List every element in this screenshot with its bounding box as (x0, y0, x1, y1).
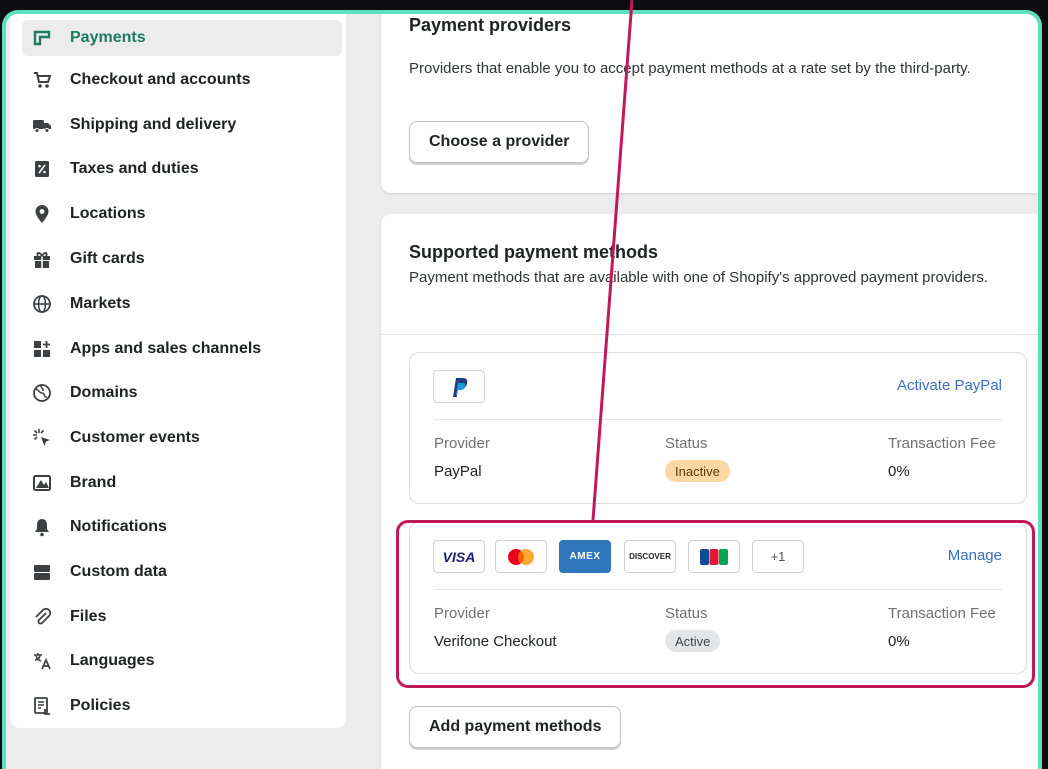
amex-logo: AMEX (559, 540, 611, 573)
sidebar-item-locations[interactable]: Locations (22, 196, 342, 232)
section-divider (381, 334, 1038, 335)
paperclip-icon (32, 607, 52, 627)
sidebar-item-policies[interactable]: Policies (22, 688, 342, 724)
supported-payment-methods-card: Supported payment methods Payment method… (381, 214, 1038, 769)
sidebar-item-label: Apps and sales channels (70, 340, 262, 357)
sidebar-item-label: Payments (70, 29, 146, 46)
custom-data-icon (32, 562, 52, 582)
sidebar-item-checkout[interactable]: Checkout and accounts (22, 62, 342, 98)
sidebar-item-custom-data[interactable]: Custom data (22, 554, 342, 590)
sidebar-item-apps[interactable]: Apps and sales channels (22, 331, 342, 367)
verifone-method: VISA AMEX DISCOVER +1 Manage Provider St… (409, 522, 1027, 674)
transaction-fee-header: Transaction Fee (888, 435, 996, 452)
sidebar-item-label: Checkout and accounts (70, 71, 251, 88)
provider-value: Verifone Checkout (434, 633, 557, 650)
transaction-fee-value: 0% (888, 463, 910, 480)
sidebar-item-label: Domains (70, 384, 138, 401)
sidebar-item-languages[interactable]: Languages (22, 643, 342, 679)
truck-icon (32, 115, 52, 135)
sidebar-item-customer-events[interactable]: Customer events (22, 420, 342, 456)
sidebar-item-shipping[interactable]: Shipping and delivery (22, 107, 342, 143)
sidebar-item-domains[interactable]: Domains (22, 375, 342, 411)
choose-provider-button[interactable]: Choose a provider (409, 121, 590, 163)
sidebar-item-payments[interactable]: Payments (22, 20, 342, 56)
visa-logo: VISA (433, 540, 485, 573)
sidebar-item-label: Notifications (70, 518, 167, 535)
sidebar-item-label: Languages (70, 652, 155, 669)
apps-icon (32, 339, 52, 359)
provider-header: Provider (434, 435, 490, 452)
supported-methods-description: Payment methods that are available with … (409, 269, 989, 286)
supported-methods-title: Supported payment methods (409, 242, 659, 262)
paypal-logo (433, 370, 485, 403)
sidebar-item-label: Markets (70, 295, 131, 312)
sidebar-item-label: Custom data (70, 563, 167, 580)
sidebar-item-label: Taxes and duties (70, 160, 199, 177)
row-divider (434, 419, 1002, 420)
more-methods-badge: +1 (752, 540, 804, 573)
sidebar-item-gift-cards[interactable]: Gift cards (22, 241, 342, 277)
transaction-fee-header: Transaction Fee (888, 605, 996, 622)
sidebar-item-label: Customer events (70, 429, 200, 446)
paypal-method: Activate PayPal Provider Status Transact… (409, 352, 1027, 504)
sidebar-item-files[interactable]: Files (22, 599, 342, 635)
domains-globe-icon (32, 383, 52, 403)
add-payment-methods-button[interactable]: Add payment methods (409, 706, 622, 748)
status-header: Status (665, 435, 708, 452)
gift-icon (32, 249, 52, 269)
provider-value: PayPal (434, 463, 482, 480)
jcb-logo (688, 540, 740, 573)
bell-icon (32, 517, 52, 537)
status-badge: Active (665, 630, 721, 652)
cursor-click-icon (32, 428, 52, 448)
policies-icon (32, 696, 52, 716)
sidebar-item-label: Gift cards (70, 250, 145, 267)
transaction-fee-value: 0% (888, 633, 910, 650)
sidebar-item-label: Files (70, 608, 107, 625)
provider-header: Provider (434, 605, 490, 622)
location-pin-icon (32, 204, 52, 224)
globe-icon (32, 294, 52, 314)
app-window: Payments Checkout and accounts Shipping … (2, 10, 1042, 769)
sidebar-item-label: Locations (70, 205, 146, 222)
payments-icon (32, 28, 52, 48)
sidebar-item-label: Shipping and delivery (70, 116, 237, 133)
status-header: Status (665, 605, 708, 622)
sidebar-item-markets[interactable]: Markets (22, 286, 342, 322)
translate-icon (32, 651, 52, 671)
status-badge: Inactive (665, 460, 730, 482)
sidebar-item-notifications[interactable]: Notifications (22, 509, 342, 545)
payment-providers-description: Providers that enable you to accept paym… (409, 60, 971, 77)
activate-paypal-link[interactable]: Activate PayPal (897, 377, 1002, 394)
payment-providers-title: Payment providers (409, 15, 572, 35)
sidebar-item-label: Policies (70, 697, 131, 714)
cart-icon (32, 70, 52, 90)
discover-logo: DISCOVER (624, 540, 676, 573)
payment-providers-card: Payment providers Providers that enable … (381, 14, 1038, 193)
manage-link[interactable]: Manage (948, 547, 1002, 564)
sidebar-item-taxes[interactable]: Taxes and duties (22, 151, 342, 187)
tax-icon (32, 159, 52, 179)
brand-icon (32, 473, 52, 493)
mastercard-logo (495, 540, 547, 573)
settings-sidebar: Payments Checkout and accounts Shipping … (10, 14, 346, 728)
sidebar-item-brand[interactable]: Brand (22, 465, 342, 501)
sidebar-item-label: Brand (70, 474, 117, 491)
row-divider (434, 589, 1002, 590)
